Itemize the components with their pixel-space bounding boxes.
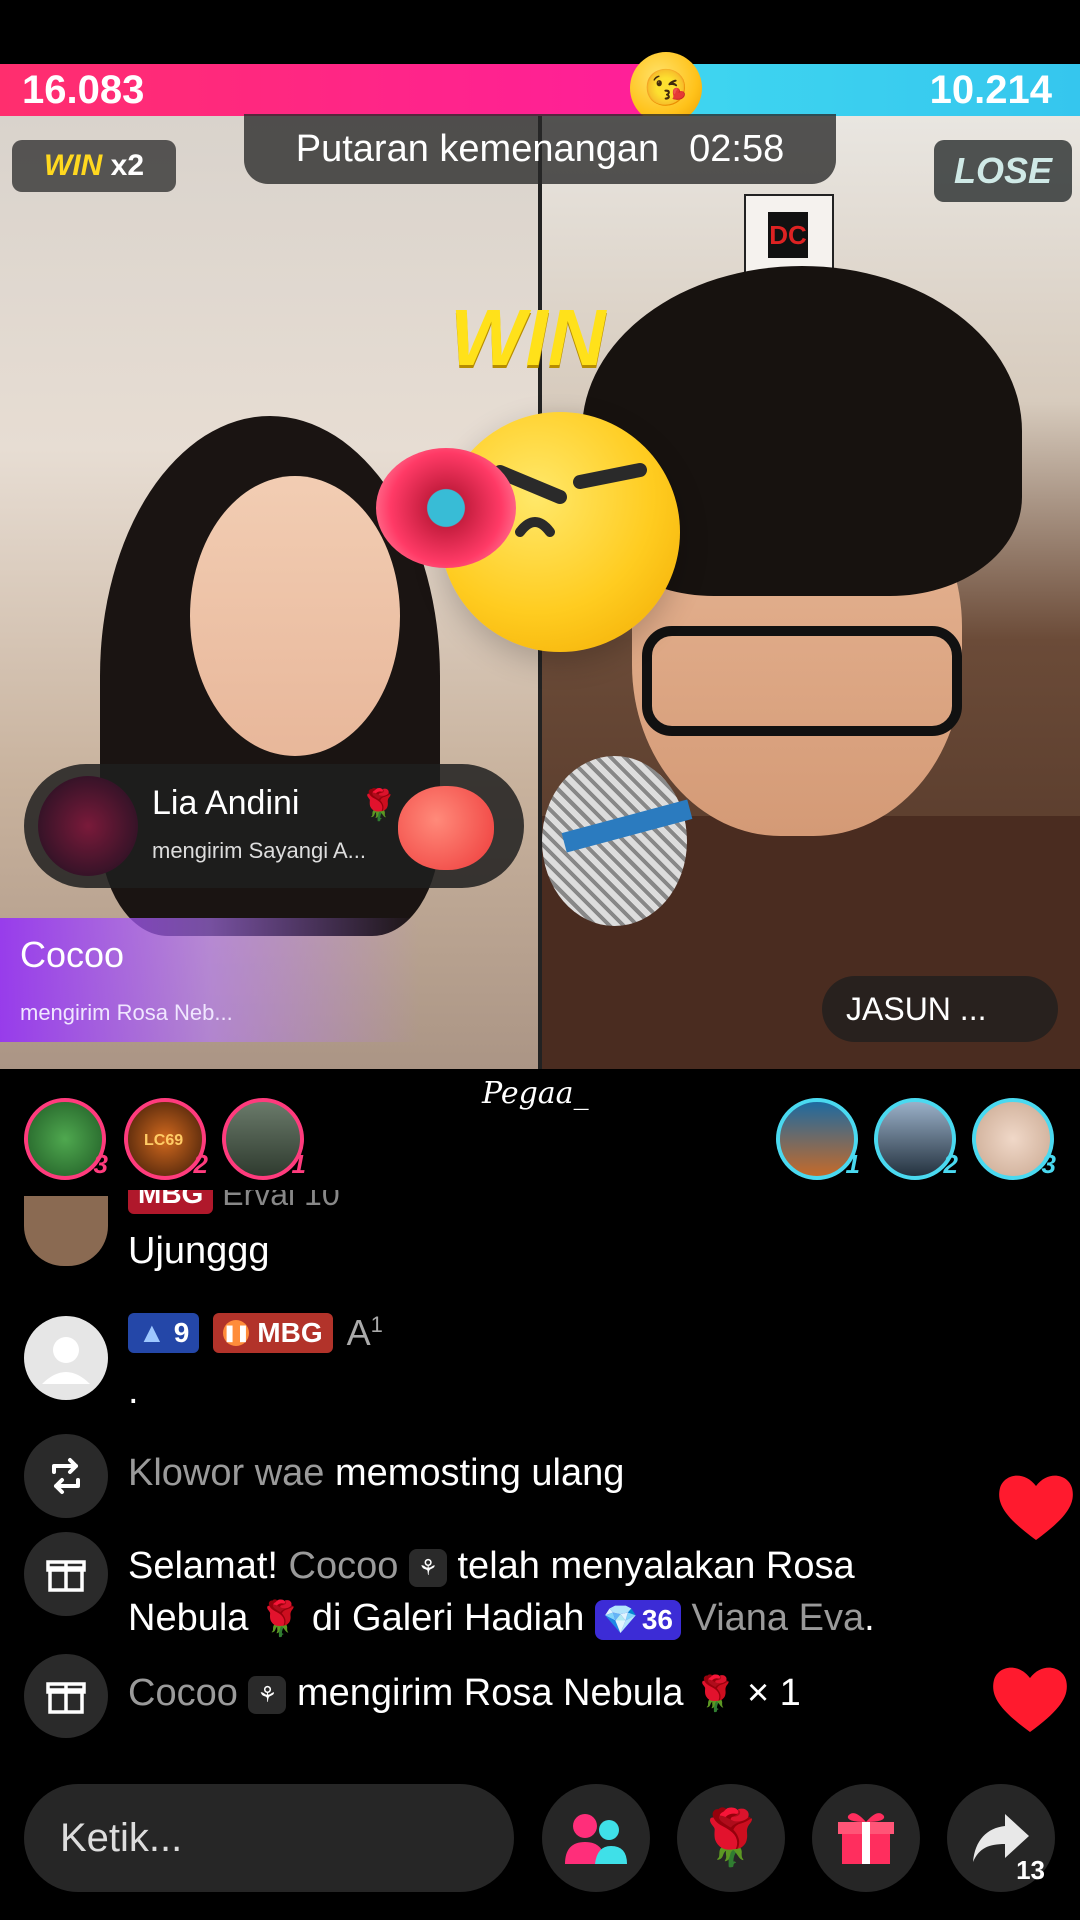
supporter-rank: 2 (193, 1149, 208, 1179)
club-badge: ❚❚ MBG (213, 1313, 333, 1353)
win-word: WIN (43, 149, 103, 182)
repost-action: memosting ulang (334, 1452, 625, 1494)
battle-score-bar (0, 64, 1080, 116)
chat-username: A1 (346, 1312, 383, 1353)
chat-message: Ujunggg (128, 1230, 270, 1272)
default-avatar-icon (42, 1337, 90, 1384)
left-score: 16.083 (22, 68, 145, 112)
rosa-nebula-icon: 🌹 (258, 1600, 302, 1638)
gift-button[interactable] (812, 1784, 920, 1892)
gift-sender-name: Lia Andini (152, 784, 300, 822)
chat-username[interactable]: Viana Eva (692, 1597, 865, 1639)
chat-username: Ervai (222, 1190, 296, 1212)
avatar[interactable] (24, 1316, 108, 1400)
opponent-name-pill[interactable]: JASUN ... (822, 976, 1058, 1042)
rose-icon: 🌹 (360, 789, 398, 822)
timer-value: 02:58 (689, 127, 785, 170)
rosa-nebula-icon: 🌹 (694, 1675, 737, 1713)
level-value: 9 (173, 1317, 190, 1348)
chat-partial-header: MBG Ervai 10 (128, 1190, 340, 1216)
gift-icon (24, 1532, 108, 1616)
club-name: MBG (257, 1317, 323, 1348)
top-supporter-right-1[interactable]: 1 (776, 1098, 860, 1180)
level-triangle-icon: ▲ (138, 1317, 166, 1348)
comment-input[interactable]: Ketik... (24, 1784, 514, 1892)
gift-sent-message: Cocoo ⚘ mengirim Rosa Nebula 🌹 × 1 (128, 1672, 801, 1714)
gift-icon (24, 1654, 108, 1738)
right-score: 10.214 (929, 68, 1052, 112)
gift-notification-cocoo[interactable]: Cocoo mengirim Rosa Neb... (0, 918, 420, 1042)
supporter-rank: 3 (93, 1149, 108, 1179)
win-center-label: WIN (450, 293, 606, 382)
chat-message: . (128, 1370, 139, 1412)
win-multiplier-badge: WIN x2 (12, 140, 176, 192)
gift-sender-name: Cocoo (20, 934, 125, 975)
people-icon (565, 1814, 627, 1864)
chat-user-row: ▲ 9 ❚❚ MBG A1 (128, 1312, 383, 1354)
chat-username[interactable]: Klowor wae (128, 1452, 324, 1494)
gift-action: mengirim Rosa Neb... (20, 1000, 233, 1025)
club-badge: MBG (128, 1190, 214, 1214)
gift-action: mengirim Sayangi A... (152, 838, 366, 863)
multi-guest-button[interactable] (542, 1784, 650, 1892)
repost-icon (24, 1434, 108, 1518)
top-supporter-right-3[interactable]: 3 (972, 1098, 1056, 1180)
lose-badge: LOSE (934, 140, 1072, 202)
top-supporter-right-2[interactable]: 2 (874, 1098, 958, 1180)
chat-username[interactable]: Cocoo (289, 1545, 399, 1587)
avatar[interactable] (24, 1196, 108, 1266)
top-supporter-left-2[interactable]: LC69 2 (124, 1098, 208, 1180)
megaphone-icon (376, 448, 516, 568)
level-value: 10 (304, 1190, 340, 1212)
tiger-avatar-text: LC69 (144, 1132, 184, 1149)
round-timer: Putaran kemenangan 02:58 (244, 114, 836, 184)
fan-club-icon: ⚘ (408, 1548, 447, 1587)
rose-icon: 🌹 (697, 1807, 765, 1868)
level-badge: ▲ 9 (128, 1313, 200, 1353)
watermark: Pegaa_ (482, 1076, 589, 1111)
poster-logo: DC (768, 212, 808, 258)
supporter-rank: 2 (943, 1149, 958, 1179)
gem-badge: 💎 36 (594, 1599, 681, 1640)
chat-username[interactable]: Cocoo (128, 1672, 238, 1714)
share-button[interactable]: 13 (947, 1784, 1055, 1892)
share-count: 13 (1016, 1855, 1045, 1885)
heart-gift-icon (398, 786, 494, 870)
top-supporter-left-1[interactable]: 1 (222, 1098, 306, 1180)
fan-club-icon: ⚘ (248, 1675, 287, 1714)
glasses (642, 626, 962, 736)
avatar[interactable] (38, 776, 138, 876)
gem-icon: 💎 (602, 1603, 638, 1635)
gift-box-icon (838, 1813, 894, 1864)
host-face (190, 476, 400, 756)
heart-icon (993, 1667, 1067, 1732)
multiplier: x2 (110, 149, 145, 182)
pause-icon: ❚❚ (223, 1320, 250, 1346)
rose-gift-button[interactable]: 🌹 (677, 1784, 785, 1892)
repost-message: Klowor wae memosting ulang (128, 1452, 624, 1495)
supporter-rank: 1 (291, 1149, 306, 1179)
heart-icon (999, 1475, 1073, 1540)
supporter-rank: 3 (1041, 1149, 1056, 1179)
gallery-message: Selamat! Cocoo ⚘ telah menyalakan Rosa N… (128, 1540, 1028, 1645)
supporter-rank: 1 (845, 1149, 860, 1179)
top-supporter-left-3[interactable]: 3 (24, 1098, 108, 1180)
timer-label: Putaran kemenangan (295, 127, 660, 170)
